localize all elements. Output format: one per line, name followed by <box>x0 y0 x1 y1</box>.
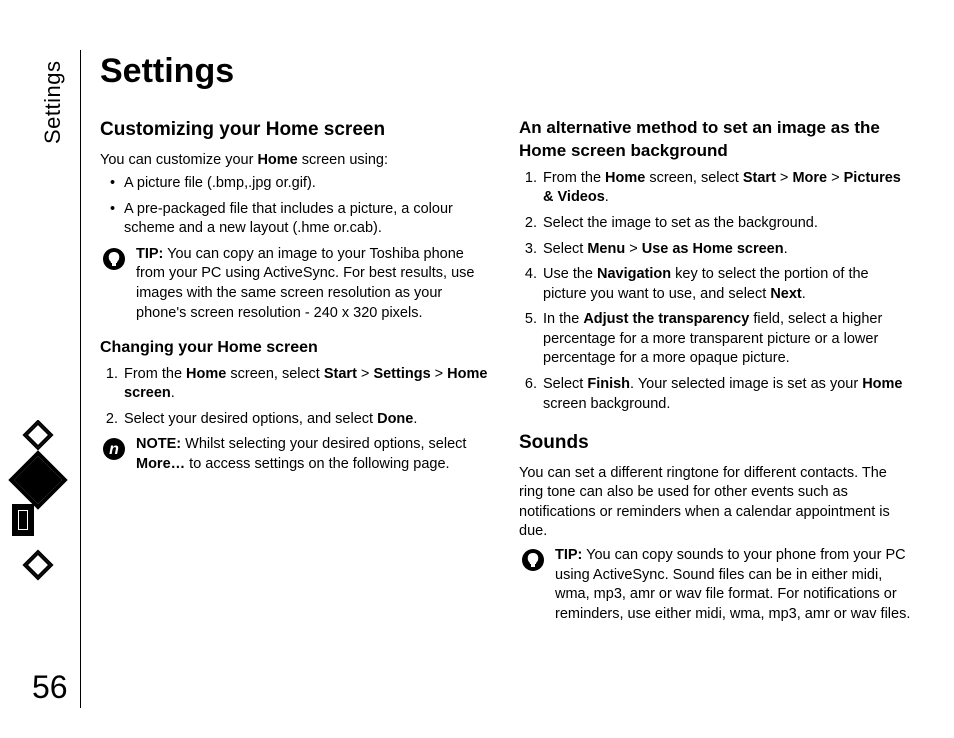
heading-sounds: Sounds <box>519 430 914 456</box>
heading-changing: Changing your Home screen <box>100 337 495 359</box>
lightbulb-icon <box>100 245 128 323</box>
list-item: A pre-packaged file that includes a pict… <box>110 200 495 239</box>
note-block: n NOTE: Whilst selecting your desired op… <box>100 435 495 474</box>
page-content: Settings Customizing your Home screen Yo… <box>100 40 914 630</box>
customize-options-list: A picture file (.bmp,.jpg or.gif). A pre… <box>100 174 495 239</box>
list-item: From the Home screen, select Start > Set… <box>122 365 495 404</box>
list-item: In the Adjust the transparency field, se… <box>541 310 914 369</box>
list-item: Select your desired options, and select … <box>122 410 495 430</box>
list-item: Select the image to set as the backgroun… <box>541 214 914 234</box>
tip-block: TIP: You can copy an image to your Toshi… <box>100 245 495 323</box>
lightbulb-icon <box>519 546 547 624</box>
column-right: An alternative method to set an image as… <box>519 117 914 630</box>
decorative-diamond-icon <box>8 420 68 605</box>
note-icon: n <box>100 435 128 474</box>
list-item: Use the Navigation key to select the por… <box>541 265 914 304</box>
columns: Customizing your Home screen You can cus… <box>100 117 914 630</box>
side-label-text: Settings <box>40 61 65 145</box>
list-item: A picture file (.bmp,.jpg or.gif). <box>110 174 495 194</box>
sounds-paragraph: You can set a different ringtone for dif… <box>519 464 914 542</box>
intro-paragraph: You can customize your Home screen using… <box>100 151 495 171</box>
manual-page: Settings 56 Settings Customizing <box>0 0 954 738</box>
svg-text:n: n <box>109 441 119 458</box>
vertical-separator <box>80 50 81 708</box>
tip-text: TIP: You can copy sounds to your phone f… <box>555 546 914 624</box>
page-title: Settings <box>100 52 914 91</box>
changing-steps: From the Home screen, select Start > Set… <box>100 365 495 430</box>
tip-text: TIP: You can copy an image to your Toshi… <box>136 245 495 323</box>
alternative-steps: From the Home screen, select Start > Mor… <box>519 169 914 414</box>
tip-block-sounds: TIP: You can copy sounds to your phone f… <box>519 546 914 624</box>
note-text: NOTE: Whilst selecting your desired opti… <box>136 435 495 474</box>
side-section-label: Settings <box>40 61 66 145</box>
list-item: Select Finish. Your selected image is se… <box>541 375 914 414</box>
column-left: Customizing your Home screen You can cus… <box>100 117 495 630</box>
heading-alternative: An alternative method to set an image as… <box>519 117 914 163</box>
list-item: Select Menu > Use as Home screen. <box>541 240 914 260</box>
list-item: From the Home screen, select Start > Mor… <box>541 169 914 208</box>
heading-customizing: Customizing your Home screen <box>100 117 495 143</box>
page-number: 56 <box>32 669 68 706</box>
